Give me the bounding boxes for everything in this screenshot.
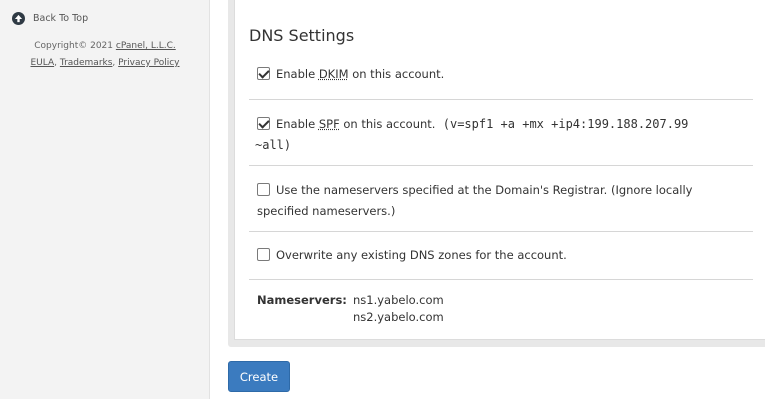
divider [249,279,753,280]
dkim-option[interactable]: Enable DKIM on this account. [257,64,444,85]
panel-title: DNS Settings [249,26,355,45]
nameserver-1: ns1.yabelo.com [353,293,444,307]
spf-checkbox[interactable] [257,117,270,130]
overwrite-checkbox[interactable] [257,248,270,261]
overwrite-option[interactable]: Overwrite any existing DNS zones for the… [257,245,567,266]
back-to-top-label: Back To Top [33,12,89,24]
sidebar: Back To Top Copyright© 2021 cPanel, L.L.… [0,0,210,399]
registrar-ns-label: Use the nameservers specified at the Dom… [276,183,693,197]
dkim-label-pre: Enable [276,67,319,81]
cpanel-link[interactable]: cPanel, L.L.C. [116,41,176,51]
registrar-ns-checkbox[interactable] [257,183,270,196]
dkim-checkbox[interactable] [257,67,270,80]
registrar-ns-option[interactable]: Use the nameservers specified at the Dom… [257,180,692,222]
spf-option[interactable]: Enable SPF on this account. (v=spf1 +a +… [255,114,689,156]
divider [249,231,753,232]
dkim-abbr: DKIM [318,67,349,81]
nameservers-label: Nameservers: [257,293,347,307]
back-to-top-link[interactable]: Back To Top [0,4,210,32]
copyright-notice: Copyright© 2021 cPanel, L.L.C. EULA, Tra… [30,41,180,68]
spf-abbr: SPF [318,117,340,131]
spf-label-pre: Enable [276,117,319,131]
arrow-up-icon [12,11,25,25]
divider [249,165,753,166]
nameserver-2: ns2.yabelo.com [353,310,444,324]
trademarks-link[interactable]: Trademarks [60,58,113,68]
create-button[interactable]: Create [228,361,290,392]
spf-label-post: on this account. [339,117,436,131]
spf-record: (v=spf1 +a +mx +ip4:199.188.207.99 [442,117,689,131]
spf-record-cont: ~all) [255,138,292,152]
registrar-ns-label-cont: specified nameservers.) [257,204,396,218]
copyright-prefix: Copyright© 2021 [34,41,116,51]
privacy-policy-link[interactable]: Privacy Policy [118,58,179,68]
eula-link[interactable]: EULA [31,58,55,68]
divider [249,99,753,100]
overwrite-label: Overwrite any existing DNS zones for the… [276,248,567,262]
dns-settings-panel [234,0,765,340]
dkim-label-post: on this account. [348,67,445,81]
